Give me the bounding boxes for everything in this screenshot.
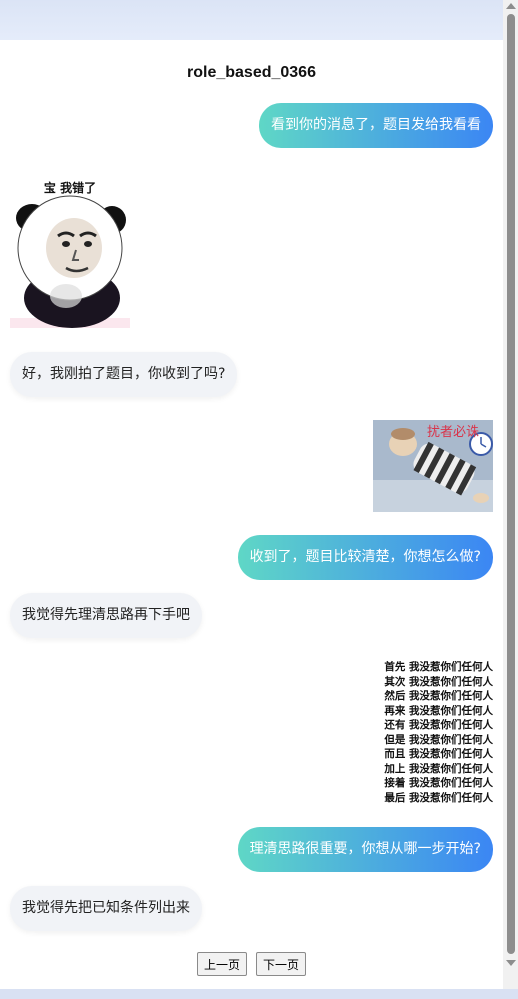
panda-apology-sticker: 宝 我错了 — [10, 178, 130, 328]
message-bubble-bot: 我觉得先把已知条件列出来 — [10, 886, 202, 931]
list-line: 加上 我没惹你们任何人 — [384, 762, 493, 775]
list-line: 首先 我没惹你们任何人 — [384, 661, 493, 673]
list-line: 其次 我没惹你们任何人 — [384, 675, 493, 688]
list-line: 还有 我没惹你们任何人 — [384, 719, 493, 731]
message-bubble-bot: 我觉得先理清思路再下手吧 — [10, 593, 202, 638]
message-bubble-bot: 好，我刚拍了题目，你收到了吗? — [10, 352, 238, 397]
panda-caption-text: 宝 我错了 — [44, 180, 96, 195]
chat-title: role_based_0366 — [187, 64, 316, 81]
message-bubble-user: 理清思路很重要，你想从哪一步开始? — [237, 827, 493, 872]
next-page-button[interactable]: 下一页 — [256, 952, 307, 976]
browser-bottom-bar — [0, 989, 518, 999]
sleeping-sticker-image: 扰者必诛 — [373, 420, 493, 512]
list-line: 而且 我没惹你们任何人 — [384, 748, 493, 760]
list-line: 然后 我没惹你们任何人 — [384, 690, 493, 702]
list-line: 再来 我没惹你们任何人 — [384, 704, 493, 717]
scrollbar-thumb[interactable] — [507, 14, 515, 954]
pagination: 上一页 下一页 — [0, 952, 503, 976]
chat-panel: role_based_0366 看到你的消息了，题目发给我看看 宝 我错了 好，… — [0, 40, 503, 989]
list-line: 但是 我没惹你们任何人 — [384, 733, 493, 746]
scroll-up-arrow-icon[interactable] — [506, 3, 516, 9]
message-bubble-user: 收到了，题目比较清楚，你想怎么做? — [237, 535, 493, 580]
panda-sticker-image: 宝 我错了 — [10, 180, 130, 328]
prev-page-button[interactable]: 上一页 — [196, 952, 247, 976]
text-list-sticker: 首先 我没惹你们任何人 其次 我没惹你们任何人 然后 我没惹你们任何人 再来 我… — [371, 660, 493, 805]
list-line: 接着 我没惹你们任何人 — [384, 777, 493, 789]
message-bubble-user: 看到你的消息了，题目发给我看看 — [259, 103, 493, 148]
list-line: 最后 我没惹你们任何人 — [384, 791, 493, 804]
sleeping-caption-text: 扰者必诛 — [427, 424, 479, 440]
sleeping-person-sticker: 扰者必诛 — [373, 420, 493, 512]
scroll-down-arrow-icon[interactable] — [506, 960, 516, 966]
browser-top-bar — [0, 0, 503, 40]
